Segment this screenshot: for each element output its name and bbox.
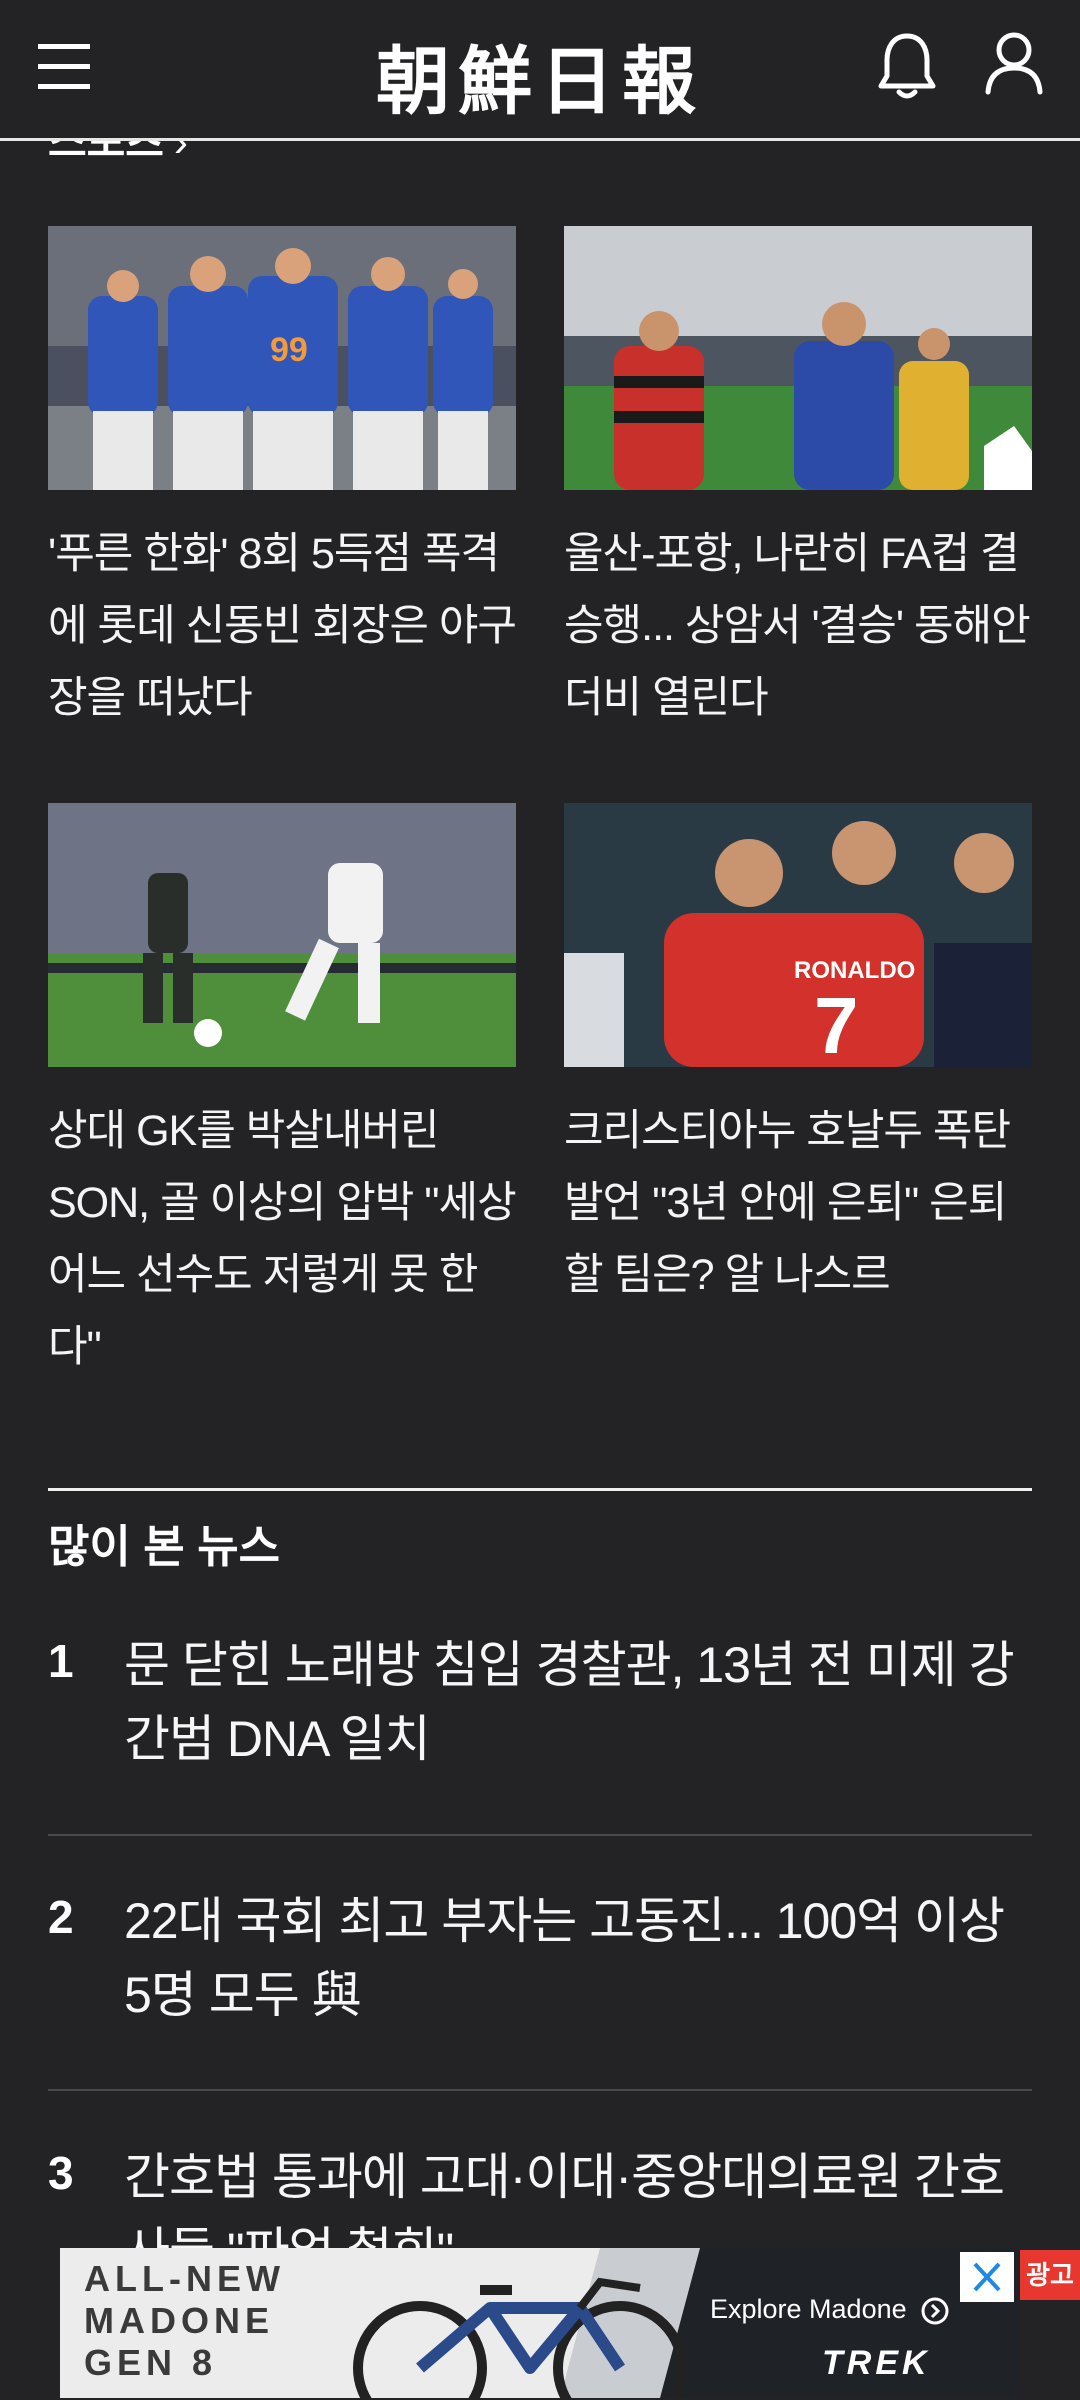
article-card[interactable]: 울산-포항, 나란히 FA컵 결승행... 상암서 '결승' 동해안 더비 열린… <box>564 226 1032 734</box>
article-card[interactable]: RONALDO 7 크리스티아누 호날두 폭탄발언 "3년 안에 은퇴" 은퇴할… <box>564 803 1032 1311</box>
user-icon[interactable] <box>982 30 1046 96</box>
article-thumbnail-baseball[interactable]: 99 <box>48 226 516 490</box>
ad-brand-logo: TREK <box>822 2344 931 2382</box>
ad-headline-line: MADONE <box>84 2300 274 2341</box>
svg-text:7: 7 <box>814 981 859 1067</box>
banner-ad[interactable]: ALL-NEW MADONE GEN 8 Explore Madone TREK <box>60 2248 1020 2398</box>
popular-news-heading: 많이 본 뉴스 <box>48 1521 281 1572</box>
article-title[interactable]: 울산-포항, 나란히 FA컵 결승행... 상암서 '결승' 동해안 더비 열린… <box>564 518 1032 734</box>
ad-headline-line: GEN 8 <box>84 2342 218 2383</box>
ad-badge: 광고 <box>1020 2250 1080 2300</box>
article-thumbnail-ronaldo[interactable]: RONALDO 7 <box>564 803 1032 1067</box>
list-divider <box>48 2089 1032 2091</box>
ad-headline-line: ALL-NEW <box>84 2258 285 2299</box>
svg-text:99: 99 <box>270 331 308 369</box>
ad-headline: ALL-NEW MADONE GEN 8 <box>84 2258 285 2384</box>
article-card[interactable]: 상대 GK를 박살내버린 SON, 골 이상의 압박 "세상 어느 선수도 저렇… <box>48 803 517 1383</box>
article-title[interactable]: 크리스티아누 호날두 폭탄발언 "3년 안에 은퇴" 은퇴할 팀은? 알 나스르 <box>564 1095 1032 1311</box>
popular-news-title[interactable]: 22대 국회 최고 부자는 고동진... 100억 이상 5명 모두 與 <box>124 1884 1024 2032</box>
article-thumbnail-son-heungmin[interactable] <box>48 803 516 1067</box>
svg-text:RONALDO: RONALDO <box>794 957 915 984</box>
ad-cta-link[interactable]: Explore Madone <box>710 2294 950 2326</box>
article-title[interactable]: '푸른 한화' 8회 5득점 폭격에 롯데 신동빈 회장은 야구장을 떠났다 <box>48 518 517 734</box>
section-divider <box>48 1488 1032 1491</box>
top-app-bar: 朝鮮日報 <box>0 0 1080 141</box>
article-thumbnail-soccer-handshake[interactable] <box>564 226 1032 490</box>
article-title[interactable]: 상대 GK를 박살내버린 SON, 골 이상의 압박 "세상 어느 선수도 저렇… <box>48 1095 517 1383</box>
article-card[interactable]: 99 '푸른 한화' 8회 5득점 폭격에 롯데 신동빈 회장은 야구장을 떠났… <box>48 226 517 734</box>
arrow-circle-icon <box>921 2297 949 2325</box>
rank-number: 3 <box>48 2147 74 2199</box>
close-icon[interactable] <box>960 2252 1014 2302</box>
bell-icon[interactable] <box>876 30 938 102</box>
rank-number: 1 <box>48 1635 74 1687</box>
ad-cta-label: Explore Madone <box>710 2294 907 2324</box>
popular-news-title[interactable]: 문 닫힌 노래방 침입 경찰관, 13년 전 미제 강간범 DNA 일치 <box>124 1628 1024 1776</box>
rank-number: 2 <box>48 1891 74 1943</box>
list-divider <box>48 1834 1032 1836</box>
